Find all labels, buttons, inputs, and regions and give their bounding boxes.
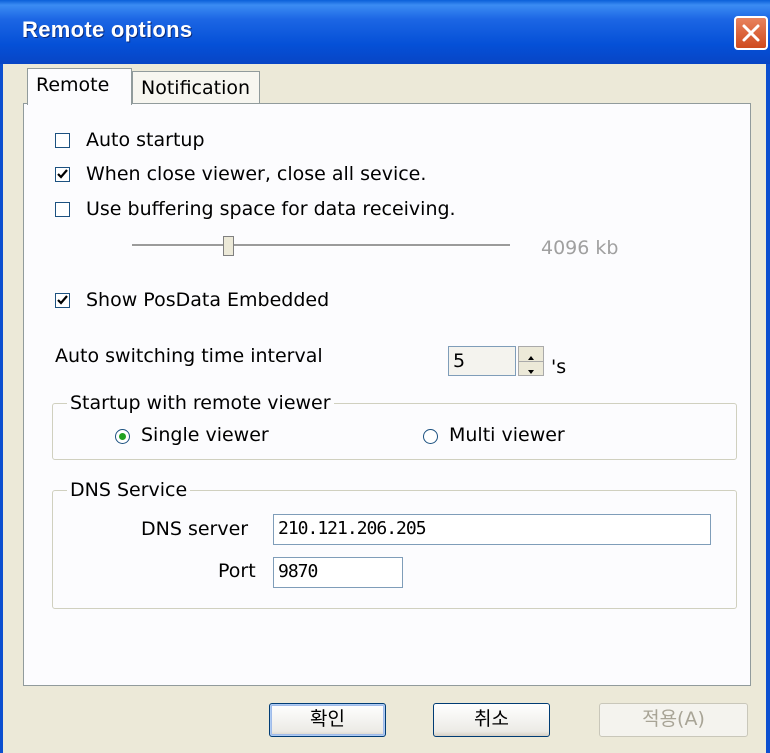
tab-remote-label: Remote — [36, 74, 110, 96]
single-viewer-radio[interactable] — [115, 429, 130, 444]
spinner-up-button[interactable] — [519, 347, 543, 361]
buffering-label[interactable]: Use buffering space for data receiving. — [86, 198, 456, 220]
ok-button[interactable]: 확인 — [269, 703, 386, 737]
dns-server-value: 210.121.206.205 — [278, 518, 427, 539]
buffer-size-value: 4096 kb — [541, 237, 619, 259]
close-all-service-label[interactable]: When close viewer, close all sevice. — [86, 163, 426, 185]
switch-interval-spinner[interactable] — [518, 346, 544, 376]
title-bar[interactable]: Remote options — [0, 0, 770, 64]
cancel-button[interactable]: 취소 — [433, 703, 550, 737]
multi-viewer-label[interactable]: Multi viewer — [449, 424, 565, 446]
startup-viewer-group-title: Startup with remote viewer — [67, 392, 334, 414]
window-border-left — [0, 64, 3, 753]
tab-notification[interactable]: Notification — [132, 71, 260, 105]
close-button[interactable] — [734, 16, 768, 50]
window-border-right — [766, 64, 770, 753]
tab-remote[interactable]: Remote — [27, 68, 132, 105]
dns-server-label: DNS server — [141, 518, 249, 540]
arrow-down-icon — [528, 370, 534, 374]
remote-options-dialog: Remote options Remote Notification Auto … — [0, 0, 770, 753]
dns-service-group — [52, 490, 737, 609]
spinner-down-button[interactable] — [519, 361, 543, 376]
tab-notification-label: Notification — [141, 77, 251, 99]
switch-interval-unit: 's — [551, 356, 567, 378]
dns-server-input[interactable]: 210.121.206.205 — [273, 514, 711, 545]
buffer-size-slider-track[interactable] — [132, 244, 510, 247]
switch-interval-value: 5 — [453, 350, 466, 372]
switch-interval-input[interactable]: 5 — [448, 346, 516, 376]
close-all-service-checkbox[interactable] — [55, 167, 70, 182]
window-title: Remote options — [22, 17, 193, 42]
multi-viewer-radio[interactable] — [423, 429, 438, 444]
single-viewer-label[interactable]: Single viewer — [141, 424, 269, 446]
apply-button[interactable]: 적용(A) — [599, 703, 748, 737]
show-posdata-checkbox[interactable] — [55, 293, 70, 308]
auto-startup-checkbox[interactable] — [55, 133, 70, 148]
check-icon — [57, 295, 68, 305]
auto-startup-label[interactable]: Auto startup — [86, 129, 205, 151]
switch-interval-label: Auto switching time interval — [55, 345, 323, 367]
dns-service-group-title: DNS Service — [67, 479, 191, 501]
radio-selected-dot — [119, 433, 126, 440]
port-label: Port — [218, 560, 256, 582]
port-value: 9870 — [278, 561, 318, 582]
buffer-size-slider-thumb[interactable] — [223, 236, 234, 256]
check-icon — [57, 169, 68, 179]
port-input[interactable]: 9870 — [273, 557, 403, 588]
show-posdata-label[interactable]: Show PosData Embedded — [86, 289, 329, 311]
buffering-checkbox[interactable] — [55, 202, 70, 217]
close-icon — [742, 24, 760, 42]
